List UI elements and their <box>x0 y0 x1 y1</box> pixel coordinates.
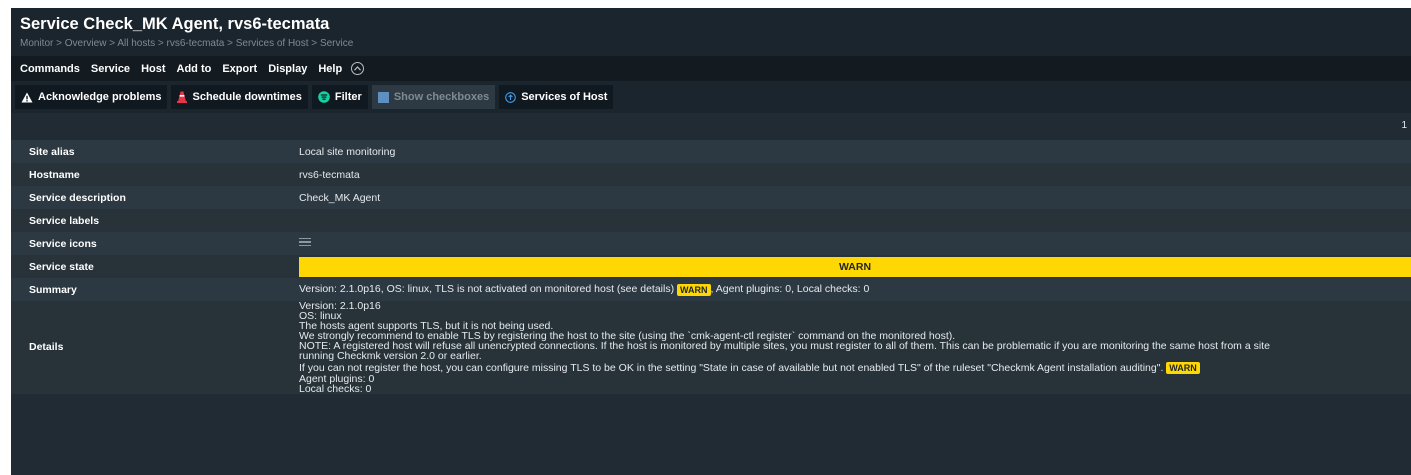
breadcrumb: Monitor > Overview > All hosts > rvs6-te… <box>20 38 354 49</box>
pagination-bar: 1 <box>11 113 1411 140</box>
warn-badge: WARN <box>677 283 711 296</box>
breadcrumb-item[interactable]: rvs6-tecmata <box>167 38 225 49</box>
title-bar: Service Check_MK Agent, rvs6-tecmata Mon… <box>11 8 1411 56</box>
service-labels-value <box>289 209 1411 232</box>
breadcrumb-item[interactable]: Services of Host <box>236 38 309 49</box>
breadcrumb-item[interactable]: All hosts <box>117 38 155 49</box>
service-labels-label: Service labels <box>29 214 100 227</box>
service-state-badge: WARN <box>299 256 1411 277</box>
table-row: Service state WARN <box>11 255 1411 278</box>
site-alias-value: Local site monitoring <box>299 145 396 158</box>
service-state-cell: WARN <box>289 255 1411 278</box>
summary-value: Version: 2.1.0p16, OS: linux, TLS is not… <box>299 283 870 296</box>
show-checkboxes-label: Show checkboxes <box>393 91 490 103</box>
service-state-label: Service state <box>29 260 94 273</box>
service-icons-value <box>289 232 1411 255</box>
service-icons-label: Service icons <box>29 237 97 250</box>
details-label: Details <box>29 341 64 354</box>
warn-badge: WARN <box>1166 361 1200 374</box>
menu-help[interactable]: Help <box>318 63 342 75</box>
menu-display[interactable]: Display <box>268 63 307 75</box>
table-row: Service labels <box>11 209 1411 232</box>
app-window: Service Check_MK Agent, rvs6-tecmata Mon… <box>11 8 1411 475</box>
warning-icon <box>21 92 33 103</box>
menu-icon[interactable] <box>299 236 311 249</box>
filter-icon <box>318 91 330 103</box>
site-alias-label: Site alias <box>29 145 75 158</box>
page-number[interactable]: 1 <box>1401 120 1407 131</box>
hostname-value[interactable]: rvs6-tecmata <box>289 163 1411 186</box>
summary-label: Summary <box>29 283 77 296</box>
schedule-label: Schedule downtimes <box>192 91 302 103</box>
filter-button[interactable]: Filter <box>311 85 368 109</box>
service-info-table: Site alias Local site monitoring Hostnam… <box>11 140 1411 394</box>
table-row: Service description Check_MK Agent <box>11 186 1411 209</box>
menu-service[interactable]: Service <box>91 63 130 75</box>
toolbar: Acknowledge problems Schedule downtimes … <box>11 81 1411 113</box>
page-title: Service Check_MK Agent, rvs6-tecmata <box>20 15 330 33</box>
hostname-label: Hostname <box>29 168 80 181</box>
table-row: Hostname rvs6-tecmata <box>11 163 1411 186</box>
table-row: Summary Version: 2.1.0p16, OS: linux, TL… <box>11 278 1411 301</box>
menu-commands[interactable]: Commands <box>20 63 80 75</box>
filter-label: Filter <box>334 91 362 103</box>
checkbox-icon <box>377 91 389 103</box>
traffic-cone-icon <box>177 91 188 103</box>
service-description-value: Check_MK Agent <box>299 191 381 204</box>
table-row: Site alias Local site monitoring <box>11 140 1411 163</box>
menu-bar: Commands Service Host Add to Export Disp… <box>11 56 1411 81</box>
services-of-host-label: Services of Host <box>521 91 608 103</box>
details-value: Version: 2.1.0p16 OS: linux The hosts ag… <box>299 300 1270 395</box>
acknowledge-label: Acknowledge problems <box>38 91 162 103</box>
schedule-downtimes-button[interactable]: Schedule downtimes <box>171 85 308 109</box>
services-of-host-button[interactable]: Services of Host <box>499 85 614 109</box>
show-checkboxes-button[interactable]: Show checkboxes <box>371 85 496 109</box>
acknowledge-problems-button[interactable]: Acknowledge problems <box>15 85 168 109</box>
table-row: Service icons <box>11 232 1411 255</box>
chevron-up-icon[interactable] <box>351 62 365 75</box>
service-description-label: Service description <box>29 191 126 204</box>
arrow-up-circle-icon <box>505 91 517 103</box>
breadcrumb-item[interactable]: Monitor <box>20 38 53 49</box>
menu-host[interactable]: Host <box>141 63 165 75</box>
breadcrumb-item[interactable]: Overview <box>65 38 107 49</box>
menu-export[interactable]: Export <box>222 63 257 75</box>
table-row: Details Version: 2.1.0p16 OS: linux The … <box>11 301 1411 394</box>
breadcrumb-item[interactable]: Service <box>320 38 353 49</box>
menu-add-to[interactable]: Add to <box>177 63 212 75</box>
